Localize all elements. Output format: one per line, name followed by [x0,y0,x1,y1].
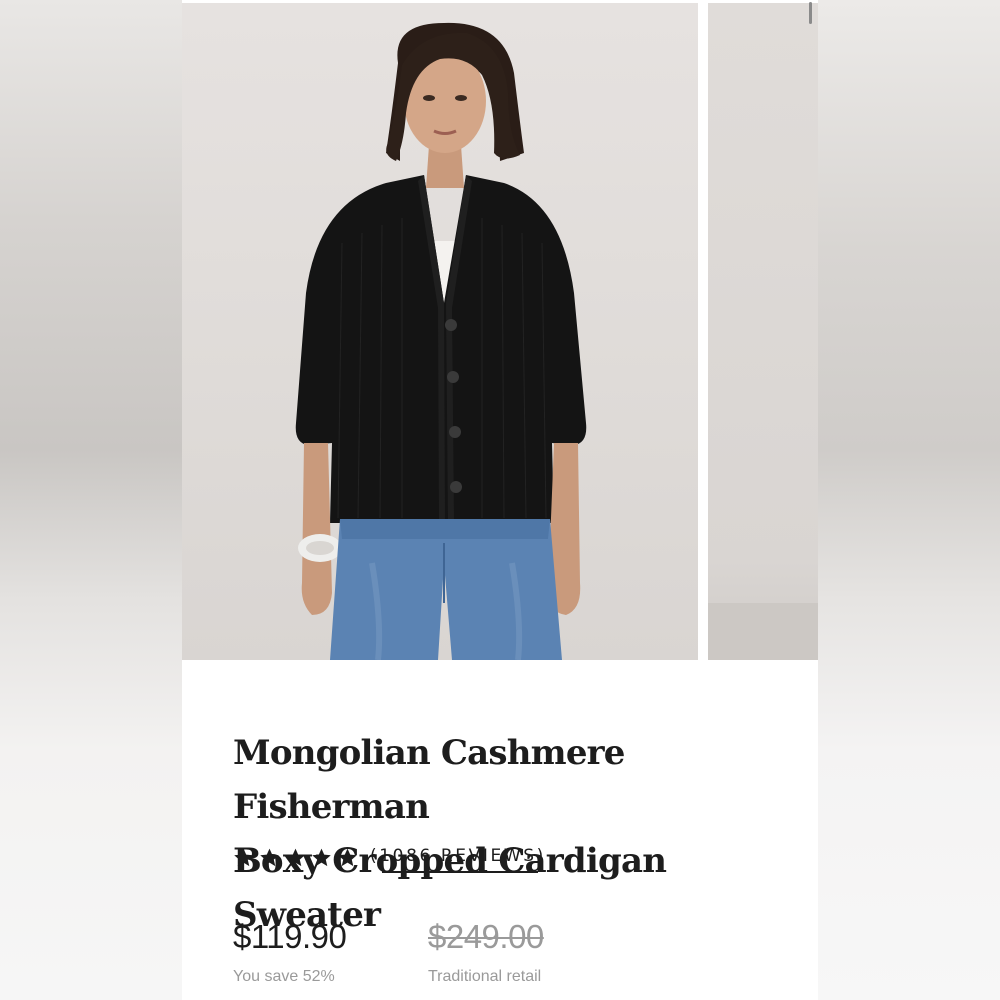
product-image-gallery[interactable] [182,0,818,660]
product-title: Mongolian Cashmere Fisherman Boxy Croppe… [233,726,793,942]
star-icon [260,848,279,866]
original-price-block: $249.00 Traditional retail [428,918,544,986]
reviews-link-underline [382,871,538,873]
star-rating [233,847,358,868]
rating-row: (1086 REVIEWS) [233,842,546,873]
savings-label: You save 52% [233,968,335,985]
product-details: Mongolian Cashmere Fisherman Boxy Croppe… [182,660,818,1000]
star-icon [234,848,253,866]
product-screen: Mongolian Cashmere Fisherman Boxy Croppe… [182,0,818,1000]
background-blur-left [0,0,182,1000]
star-icon [338,848,357,866]
star-icon [312,848,331,866]
original-price-label: Traditional retail [428,968,542,985]
reviews-link-label: (1086 REVIEWS) [370,846,546,866]
model-wearing-cardigan-image [295,22,587,660]
reviews-link[interactable]: (1086 REVIEWS) [370,846,546,873]
product-photo-next[interactable] [708,3,818,660]
product-photo-main[interactable] [182,3,698,660]
background-blur-right [818,0,1000,1000]
original-price: $249.00 [428,918,544,955]
star-icon [286,848,305,866]
current-price: $119.90 [233,918,347,955]
current-price-block: $119.90 You save 52% [233,918,347,986]
scrollbar-thumb[interactable] [809,2,812,24]
product-title-line-1: Mongolian Cashmere Fisherman [233,733,625,827]
next-photo-preview-image [708,603,818,660]
